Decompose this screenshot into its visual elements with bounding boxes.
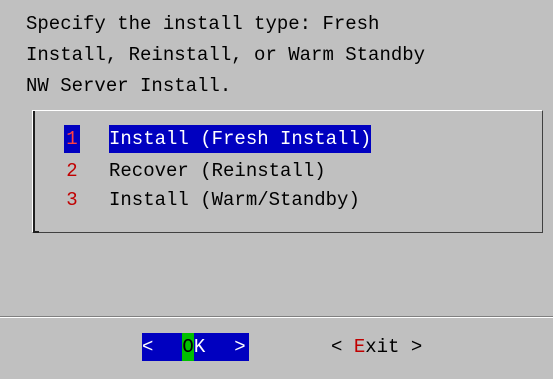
menu-item-number: 1 [64, 125, 80, 153]
install-type-dialog: Specify the install type: Fresh Install,… [0, 0, 553, 379]
prompt-line: Specify the install type: Fresh [26, 13, 380, 35]
menu-item-install-warm-standby[interactable]: 3 Install (Warm/Standby) [64, 186, 360, 214]
ok-button-label: K [193, 336, 206, 358]
exit-button-label: xit [365, 336, 400, 358]
menu-item-install-fresh[interactable]: 1 Install (Fresh Install) [64, 125, 372, 153]
exit-button[interactable]: < Exit > [331, 333, 422, 361]
ok-button[interactable]: < O K > [142, 333, 249, 361]
exit-button-open-bracket: < [331, 336, 354, 358]
exit-button-close-bracket: > [399, 336, 423, 358]
exit-button-hotkey: E [353, 336, 366, 358]
dialog-prompt: Specify the install type: Fresh Install,… [26, 9, 425, 102]
prompt-line: Install, Reinstall, or Warm Standby [26, 44, 426, 66]
ok-button-close-bracket: > [234, 336, 246, 358]
window-edge [553, 0, 559, 379]
ok-button-open-bracket: < [142, 336, 154, 358]
menu-item-label: Install (Fresh Install) [109, 125, 372, 153]
ok-button-hotkey: O [182, 333, 194, 361]
menu-item-label: Install (Warm/Standby) [109, 189, 360, 211]
button-bar-separator [0, 316, 553, 318]
menu-item-number: 3 [66, 189, 78, 211]
menu-item-number: 2 [66, 160, 78, 182]
menu-item-label: Recover (Reinstall) [109, 160, 326, 182]
menu-item-recover[interactable]: 2 Recover (Reinstall) [64, 157, 326, 185]
prompt-line: NW Server Install. [26, 75, 232, 97]
